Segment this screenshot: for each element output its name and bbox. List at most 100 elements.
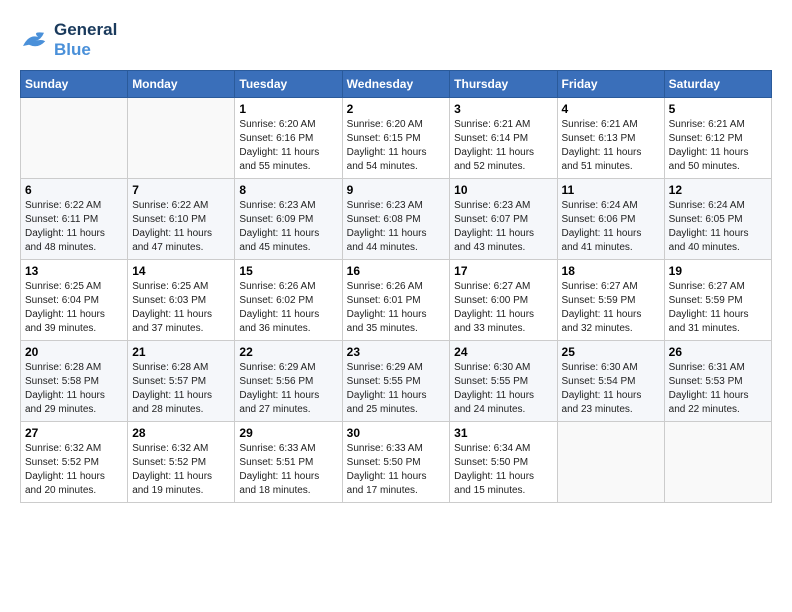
day-number: 11 [562,183,660,197]
calendar-cell: 22 Sunrise: 6:29 AM Sunset: 5:56 PM Dayli… [235,341,342,422]
day-number: 31 [454,426,552,440]
day-info: Sunrise: 6:28 AM Sunset: 5:57 PM Dayligh… [132,361,230,417]
day-number: 16 [347,264,446,278]
day-info: Sunrise: 6:32 AM Sunset: 5:52 PM Dayligh… [25,442,123,498]
day-number: 1 [239,102,337,116]
calendar-cell: 10 Sunrise: 6:23 AM Sunset: 6:07 PM Dayli… [450,179,557,260]
day-number: 18 [562,264,660,278]
page-header: General Blue [20,20,772,60]
day-info: Sunrise: 6:23 AM Sunset: 6:07 PM Dayligh… [454,199,552,255]
day-info: Sunrise: 6:26 AM Sunset: 6:01 PM Dayligh… [347,280,446,336]
day-info: Sunrise: 6:21 AM Sunset: 6:12 PM Dayligh… [669,118,767,174]
weekday-header: Sunday [21,71,128,98]
calendar-week-row: 13 Sunrise: 6:25 AM Sunset: 6:04 PM Dayli… [21,260,772,341]
day-number: 13 [25,264,123,278]
day-number: 10 [454,183,552,197]
calendar-cell [664,422,771,503]
day-number: 29 [239,426,337,440]
calendar-cell: 8 Sunrise: 6:23 AM Sunset: 6:09 PM Daylig… [235,179,342,260]
calendar-week-row: 27 Sunrise: 6:32 AM Sunset: 5:52 PM Dayli… [21,422,772,503]
day-number: 7 [132,183,230,197]
calendar-cell: 14Sunrise: 6:25 AM Sunset: 6:03 PM Dayli… [128,260,235,341]
day-info: Sunrise: 6:31 AM Sunset: 5:53 PM Dayligh… [669,361,767,417]
weekday-header: Thursday [450,71,557,98]
logo-icon [20,25,50,55]
calendar-table: SundayMondayTuesdayWednesdayThursdayFrid… [20,70,772,503]
calendar-cell: 9 Sunrise: 6:23 AM Sunset: 6:08 PM Daylig… [342,179,450,260]
calendar-cell [21,98,128,179]
weekday-header: Wednesday [342,71,450,98]
calendar-cell: 6Sunrise: 6:22 AM Sunset: 6:11 PM Daylig… [21,179,128,260]
day-number: 2 [347,102,446,116]
day-info: Sunrise: 6:21 AM Sunset: 6:14 PM Dayligh… [454,118,552,174]
calendar-cell: 28 Sunrise: 6:32 AM Sunset: 5:52 PM Dayli… [128,422,235,503]
calendar-cell: 26 Sunrise: 6:31 AM Sunset: 5:53 PM Dayli… [664,341,771,422]
day-number: 8 [239,183,337,197]
day-number: 27 [25,426,123,440]
day-info: Sunrise: 6:24 AM Sunset: 6:05 PM Dayligh… [669,199,767,255]
day-info: Sunrise: 6:30 AM Sunset: 5:55 PM Dayligh… [454,361,552,417]
day-info: Sunrise: 6:32 AM Sunset: 5:52 PM Dayligh… [132,442,230,498]
day-number: 9 [347,183,446,197]
day-number: 22 [239,345,337,359]
calendar-cell [557,422,664,503]
calendar-cell: 2 Sunrise: 6:20 AM Sunset: 6:15 PM Daylig… [342,98,450,179]
calendar-cell: 17Sunrise: 6:27 AM Sunset: 6:00 PM Dayli… [450,260,557,341]
calendar-cell: 12Sunrise: 6:24 AM Sunset: 6:05 PM Dayli… [664,179,771,260]
day-number: 26 [669,345,767,359]
calendar-week-row: 1Sunrise: 6:20 AM Sunset: 6:16 PM Daylig… [21,98,772,179]
day-number: 25 [562,345,660,359]
day-info: Sunrise: 6:33 AM Sunset: 5:50 PM Dayligh… [347,442,446,498]
calendar-cell: 7 Sunrise: 6:22 AM Sunset: 6:10 PM Daylig… [128,179,235,260]
calendar-cell: 31 Sunrise: 6:34 AM Sunset: 5:50 PM Dayli… [450,422,557,503]
day-info: Sunrise: 6:26 AM Sunset: 6:02 PM Dayligh… [239,280,337,336]
day-info: Sunrise: 6:21 AM Sunset: 6:13 PM Dayligh… [562,118,660,174]
day-info: Sunrise: 6:29 AM Sunset: 5:55 PM Dayligh… [347,361,446,417]
calendar-cell: 25 Sunrise: 6:30 AM Sunset: 5:54 PM Dayli… [557,341,664,422]
day-number: 15 [239,264,337,278]
logo-line1: General [54,20,117,40]
calendar-week-row: 6Sunrise: 6:22 AM Sunset: 6:11 PM Daylig… [21,179,772,260]
day-info: Sunrise: 6:23 AM Sunset: 6:09 PM Dayligh… [239,199,337,255]
day-info: Sunrise: 6:20 AM Sunset: 6:15 PM Dayligh… [347,118,446,174]
day-info: Sunrise: 6:29 AM Sunset: 5:56 PM Dayligh… [239,361,337,417]
calendar-cell: 19Sunrise: 6:27 AM Sunset: 5:59 PM Dayli… [664,260,771,341]
day-number: 19 [669,264,767,278]
day-number: 30 [347,426,446,440]
weekday-header: Friday [557,71,664,98]
calendar-cell: 27 Sunrise: 6:32 AM Sunset: 5:52 PM Dayli… [21,422,128,503]
day-info: Sunrise: 6:23 AM Sunset: 6:08 PM Dayligh… [347,199,446,255]
day-info: Sunrise: 6:28 AM Sunset: 5:58 PM Dayligh… [25,361,123,417]
calendar-cell: 15 Sunrise: 6:26 AM Sunset: 6:02 PM Dayli… [235,260,342,341]
day-number: 4 [562,102,660,116]
weekday-header-row: SundayMondayTuesdayWednesdayThursdayFrid… [21,71,772,98]
day-info: Sunrise: 6:33 AM Sunset: 5:51 PM Dayligh… [239,442,337,498]
day-number: 24 [454,345,552,359]
calendar-cell: 23 Sunrise: 6:29 AM Sunset: 5:55 PM Dayli… [342,341,450,422]
day-number: 14 [132,264,230,278]
logo-line2: Blue [54,40,117,60]
day-info: Sunrise: 6:30 AM Sunset: 5:54 PM Dayligh… [562,361,660,417]
calendar-cell: 21Sunrise: 6:28 AM Sunset: 5:57 PM Dayli… [128,341,235,422]
calendar-cell: 30 Sunrise: 6:33 AM Sunset: 5:50 PM Dayli… [342,422,450,503]
day-number: 28 [132,426,230,440]
calendar-cell: 16 Sunrise: 6:26 AM Sunset: 6:01 PM Dayli… [342,260,450,341]
day-number: 5 [669,102,767,116]
calendar-cell: 20 Sunrise: 6:28 AM Sunset: 5:58 PM Dayli… [21,341,128,422]
day-info: Sunrise: 6:27 AM Sunset: 5:59 PM Dayligh… [562,280,660,336]
calendar-cell: 4 Sunrise: 6:21 AM Sunset: 6:13 PM Daylig… [557,98,664,179]
weekday-header: Saturday [664,71,771,98]
calendar-cell [128,98,235,179]
weekday-header: Monday [128,71,235,98]
day-number: 23 [347,345,446,359]
calendar-cell: 5 Sunrise: 6:21 AM Sunset: 6:12 PM Daylig… [664,98,771,179]
day-info: Sunrise: 6:25 AM Sunset: 6:04 PM Dayligh… [25,280,123,336]
day-number: 20 [25,345,123,359]
calendar-cell: 24 Sunrise: 6:30 AM Sunset: 5:55 PM Dayli… [450,341,557,422]
day-number: 6 [25,183,123,197]
day-info: Sunrise: 6:22 AM Sunset: 6:10 PM Dayligh… [132,199,230,255]
calendar-cell: 13 Sunrise: 6:25 AM Sunset: 6:04 PM Dayli… [21,260,128,341]
logo: General Blue [20,20,117,60]
calendar-week-row: 20 Sunrise: 6:28 AM Sunset: 5:58 PM Dayli… [21,341,772,422]
day-info: Sunrise: 6:34 AM Sunset: 5:50 PM Dayligh… [454,442,552,498]
